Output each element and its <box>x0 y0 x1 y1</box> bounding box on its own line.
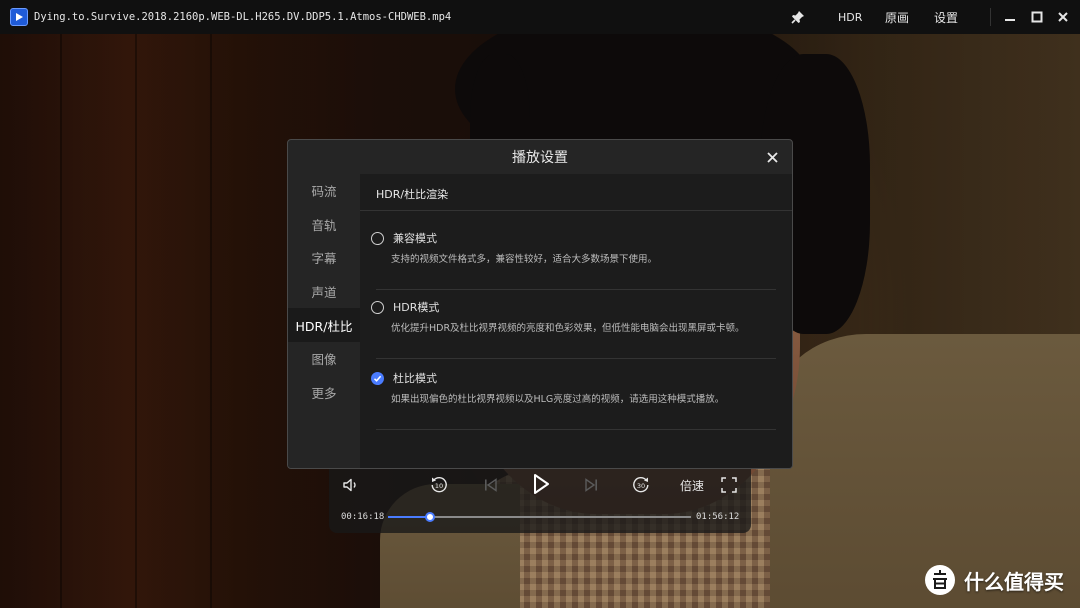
pin-icon <box>791 11 804 24</box>
forward-30-button[interactable]: 30 <box>629 473 653 497</box>
watermark-text: 什么值得买 <box>964 569 1064 594</box>
sidebar-item-more[interactable]: 更多 <box>288 376 360 410</box>
skip-next-icon <box>585 478 597 492</box>
file-title: Dying.to.Survive.2018.2160p.WEB-DL.H265.… <box>34 11 452 23</box>
play-button[interactable] <box>527 470 555 498</box>
speed-button[interactable]: 倍速 <box>676 473 708 497</box>
settings-sidebar: 码流 音轨 字幕 声道 HDR/杜比 图像 更多 <box>288 174 360 468</box>
minimize-icon <box>1005 19 1015 21</box>
sidebar-item-hdr-dolby[interactable]: HDR/杜比 <box>288 308 360 342</box>
check-icon <box>373 375 382 382</box>
skip-previous-icon <box>485 478 497 492</box>
option-description: 优化提升HDR及杜比视界视频的亮度和色彩效果，但低性能电脑会出现黑屏或卡顿。 <box>391 323 745 334</box>
playback-settings-dialog: 播放设置 码流 音轨 字幕 声道 HDR/杜比 图像 更多 HDR/杜比渲染 兼… <box>287 139 793 469</box>
play-logo-icon <box>16 13 23 21</box>
fullscreen-icon <box>721 477 737 493</box>
minimize-button[interactable] <box>1004 0 1016 34</box>
maximize-button[interactable] <box>1031 0 1043 34</box>
sidebar-item-subtitles[interactable]: 字幕 <box>288 241 360 275</box>
sidebar-item-label: 更多 <box>311 385 337 401</box>
close-icon <box>1058 12 1068 22</box>
watermark: 什么值得买 <box>924 564 1064 596</box>
radio-button[interactable] <box>371 301 384 314</box>
original-quality-label: 原画 <box>885 10 910 25</box>
hdr-label: HDR <box>838 10 863 24</box>
section-title: HDR/杜比渲染 <box>376 188 449 201</box>
hdr-button[interactable]: HDR <box>838 0 862 34</box>
volume-button[interactable] <box>339 473 363 497</box>
speed-label: 倍速 <box>679 478 704 493</box>
option-divider <box>376 429 776 430</box>
previous-button[interactable] <box>479 473 503 497</box>
fullscreen-button[interactable] <box>717 473 741 497</box>
option-label: HDR模式 <box>393 301 440 314</box>
option-compatible-mode[interactable]: 兼容模式 支持的视频文件格式多，兼容性较好，适合大多数场景下使用。 <box>360 220 792 290</box>
settings-label: 设置 <box>934 10 959 25</box>
dialog-title: 播放设置 <box>512 150 568 166</box>
progress-thumb[interactable] <box>425 512 436 522</box>
sidebar-item-label: 音轨 <box>311 217 337 233</box>
sidebar-item-audio-track[interactable]: 音轨 <box>288 208 360 242</box>
radio-button[interactable] <box>371 232 384 245</box>
option-divider <box>376 358 776 359</box>
sidebar-item-label: HDR/杜比 <box>295 318 353 334</box>
original-quality-button[interactable]: 原画 <box>885 0 909 34</box>
sidebar-item-channels[interactable]: 声道 <box>288 275 360 309</box>
title-bar: Dying.to.Survive.2018.2160p.WEB-DL.H265.… <box>0 0 1080 34</box>
sidebar-item-label: 码流 <box>311 184 337 200</box>
option-dolby-mode[interactable]: 杜比模式 如果出现偏色的杜比视界视频以及HLG亮度过高的视频，请选用这种模式播放… <box>360 360 792 430</box>
close-icon <box>766 151 778 163</box>
rewind-10-button[interactable]: 10 <box>427 473 451 497</box>
radio-button-checked[interactable] <box>371 372 384 385</box>
forward-30-icon: 30 <box>633 477 649 493</box>
section-divider <box>360 210 792 211</box>
sidebar-item-label: 图像 <box>311 352 337 368</box>
volume-icon <box>343 478 356 492</box>
option-description: 如果出现偏色的杜比视界视频以及HLG亮度过高的视频，请选用这种模式播放。 <box>391 394 725 405</box>
pin-button[interactable] <box>790 0 806 34</box>
sidebar-item-image[interactable]: 图像 <box>288 342 360 376</box>
total-time: 01:56:12 <box>696 512 740 522</box>
play-icon <box>534 474 549 494</box>
sidebar-item-label: 字幕 <box>311 251 337 267</box>
control-bar: 10 30 倍速 00:16:18 01:56:12 <box>329 469 751 533</box>
dialog-close-button[interactable] <box>764 149 780 165</box>
option-label: 兼容模式 <box>393 232 437 245</box>
title-bar-separator <box>990 8 991 26</box>
zhi-icon <box>925 565 955 595</box>
settings-content: HDR/杜比渲染 兼容模式 支持的视频文件格式多，兼容性较好，适合大多数场景下使… <box>360 174 792 468</box>
dialog-header: 播放设置 <box>288 140 792 174</box>
maximize-icon <box>1031 11 1043 23</box>
close-window-button[interactable] <box>1057 0 1069 34</box>
sidebar-item-bitrate[interactable]: 码流 <box>288 174 360 208</box>
svg-text:30: 30 <box>637 482 645 490</box>
option-hdr-mode[interactable]: HDR模式 优化提升HDR及杜比视界视频的亮度和色彩效果，但低性能电脑会出现黑屏… <box>360 289 792 359</box>
sidebar-item-label: 声道 <box>311 285 337 301</box>
settings-button[interactable]: 设置 <box>934 0 958 34</box>
current-time: 00:16:18 <box>341 512 385 522</box>
rewind-10-icon: 10 <box>431 477 447 493</box>
next-button[interactable] <box>579 473 603 497</box>
app-logo <box>10 8 28 26</box>
progress-bar[interactable] <box>388 512 691 522</box>
svg-text:10: 10 <box>435 482 443 490</box>
progress-fill <box>388 516 431 518</box>
option-label: 杜比模式 <box>393 372 437 385</box>
option-description: 支持的视频文件格式多，兼容性较好，适合大多数场景下使用。 <box>391 254 658 265</box>
